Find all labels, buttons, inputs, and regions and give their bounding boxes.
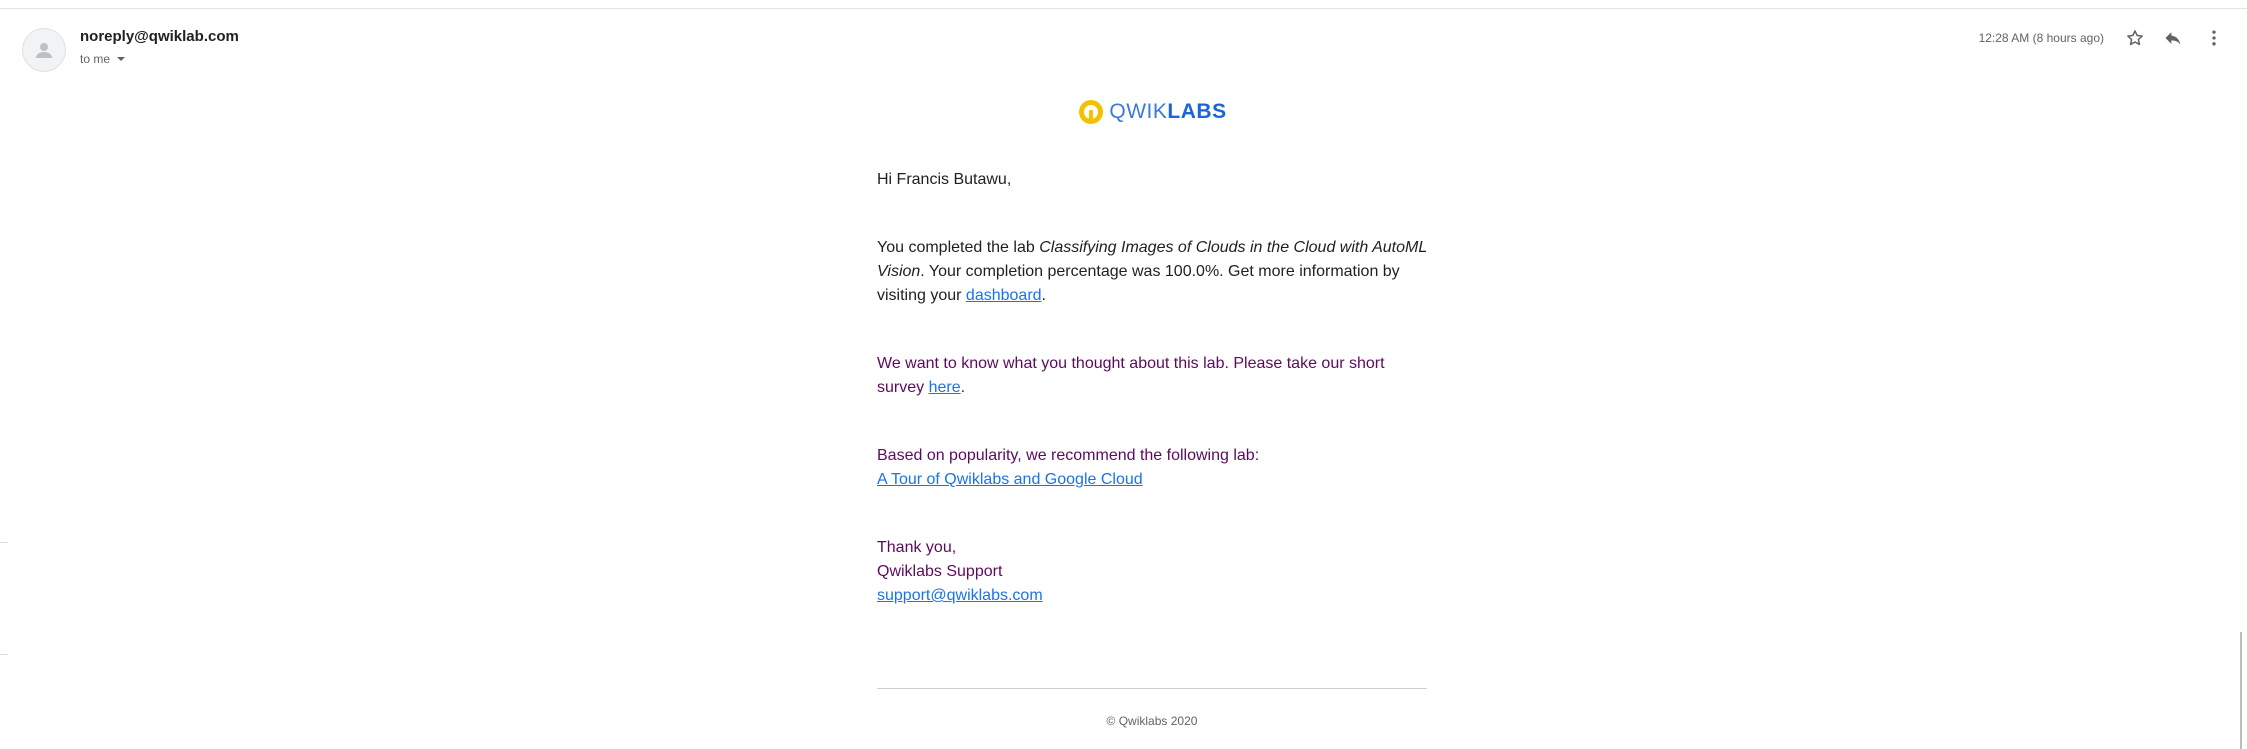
logo-text-light: QWIK [1109, 100, 1168, 123]
recommended-lab-link[interactable]: A Tour of Qwiklabs and Google Cloud [877, 471, 1143, 488]
completion-suffix: . [1041, 287, 1046, 304]
qwiklabs-logo: QWIKLABS [877, 92, 1427, 132]
dashboard-link[interactable]: dashboard [966, 287, 1042, 304]
recommendation-paragraph: Based on popularity, we recommend the fo… [877, 444, 1427, 492]
survey-paragraph: We want to know what you thought about t… [877, 352, 1427, 400]
signoff: Thank you, Qwiklabs Support support@qwik… [877, 536, 1427, 608]
signoff-thanks: Thank you, [877, 539, 957, 556]
completion-prefix: You completed the lab [877, 239, 1040, 256]
chevron-down-icon [117, 57, 126, 61]
footer-divider [877, 688, 1427, 689]
logo-text-bold: LABS [1167, 100, 1227, 123]
star-icon [2127, 30, 2143, 46]
support-email-link[interactable]: support@qwiklabs.com [877, 587, 1043, 604]
survey-link[interactable]: here [929, 379, 961, 396]
star-button[interactable] [2124, 27, 2146, 49]
more-options-button[interactable] [2203, 27, 2225, 49]
completion-paragraph: You completed the lab Classifying Images… [877, 236, 1427, 308]
edge-marker [0, 654, 8, 655]
edge-marker [0, 542, 8, 543]
header-divider [0, 8, 2247, 9]
reply-button[interactable] [2162, 27, 2184, 49]
recipient-details-toggle[interactable]: to me [80, 52, 126, 66]
more-vert-icon [2212, 30, 2216, 46]
recommendation-text: Based on popularity, we recommend the fo… [877, 447, 1260, 464]
sender-name[interactable]: noreply@qwiklab.com [80, 28, 239, 45]
email-view: noreply@qwiklab.com to me 12:28 AM (8 ho… [0, 0, 2247, 749]
qwiklabs-logo-icon [1079, 100, 1104, 124]
logo-wordmark: QWIKLABS [1109, 100, 1226, 124]
survey-suffix: . [960, 379, 966, 396]
footer-copyright: © Qwiklabs 2020 [1106, 714, 1198, 728]
person-icon [36, 43, 52, 58]
reply-icon [2165, 32, 2181, 45]
recipient-label: to me [80, 52, 111, 66]
completion-middle: . Your completion percentage was 100.0%.… [877, 263, 1400, 304]
signoff-team: Qwiklabs Support [877, 563, 1003, 580]
scrollbar[interactable] [2240, 632, 2242, 749]
greeting: Hi Francis Butawu, [877, 171, 1012, 188]
email-body: QWIKLABS Hi Francis Butawu, You complete… [877, 92, 1427, 608]
email-timestamp: 12:28 AM (8 hours ago) [1978, 31, 2104, 45]
sender-avatar[interactable] [22, 28, 66, 72]
